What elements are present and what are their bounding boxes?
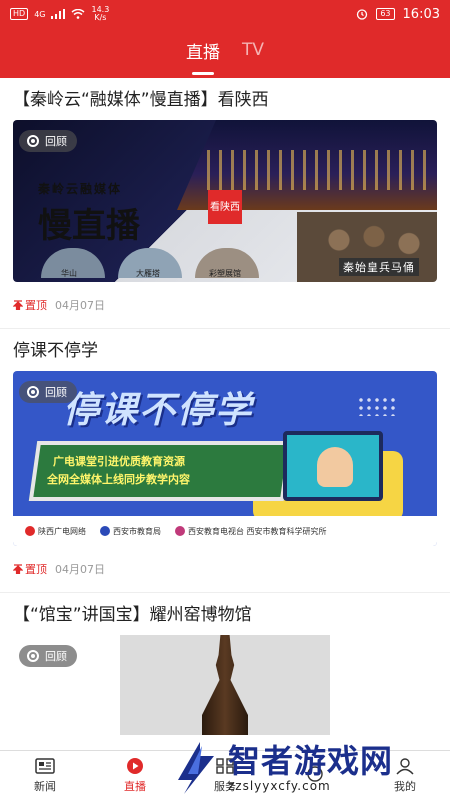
card-title[interactable]: 【“馆宝”讲国宝】耀州窑博物馆 — [13, 603, 437, 635]
spot-label-1: 华山 — [61, 269, 77, 278]
pin-icon — [13, 300, 23, 310]
feed-card[interactable]: 【秦岭云“融媒体”慢直播】看陕西 回顾 秦岭云融媒体 慢直播 看陕西 华山 大雁… — [0, 78, 450, 329]
pinned-label: 置顶 — [25, 299, 47, 312]
replay-badge: 回顾 — [19, 130, 77, 152]
pinned-label: 置顶 — [25, 563, 47, 576]
image-headline: 停课不停学 — [63, 390, 254, 431]
image-badge: 看陕西 — [208, 190, 242, 224]
tab-live[interactable]: 直播 — [186, 38, 220, 69]
image-line-2: 全网全媒体上线同步教学内容 — [47, 473, 190, 486]
replay-icon — [27, 135, 39, 147]
image-line-1: 广电课堂引进优质教育资源 — [53, 455, 185, 468]
top-tab-bar: 直播 TV — [0, 28, 450, 78]
logo-1: 陕西广电网络 — [25, 526, 86, 537]
replay-label: 回顾 — [45, 135, 67, 148]
nav-live-label: 直播 — [124, 780, 146, 793]
net-speed-unit: K/s — [94, 13, 107, 22]
wifi-icon — [72, 9, 85, 19]
card-thumbnail[interactable]: 回顾 秦岭云融媒体 慢直播 看陕西 华山 大雁塔 彩塑展馆 秦始皇兵马俑 — [13, 120, 437, 282]
battery-indicator: 63 — [376, 8, 395, 20]
card-thumbnail[interactable]: 回顾 停课不停学 广电课堂引进优质教育资源 全网全媒体上线同步教学内容 陕西广电… — [13, 371, 437, 546]
live-feed[interactable]: 【秦岭云“融媒体”慢直播】看陕西 回顾 秦岭云融媒体 慢直播 看陕西 华山 大雁… — [0, 78, 450, 750]
image-headline: 慢直播 — [38, 206, 140, 246]
spot-label-2: 大雁塔 — [136, 269, 160, 278]
card-date: 04月07日 — [55, 563, 105, 576]
pinned-tag: 置顶 — [13, 561, 47, 577]
pin-icon — [13, 564, 23, 574]
nav-news-label: 新闻 — [34, 780, 56, 793]
card-title[interactable]: 【秦岭云“融媒体”慢直播】看陕西 — [13, 88, 437, 120]
vase-image — [120, 635, 330, 735]
nav-news[interactable]: 新闻 — [0, 751, 90, 800]
news-icon — [35, 758, 55, 774]
image-brand-text: 秦岭云融媒体 — [38, 182, 123, 196]
decor-dots — [357, 396, 397, 416]
clock: 16:03 — [402, 6, 440, 22]
feature-label: 秦始皇兵马俑 — [339, 258, 419, 276]
watermark-logo-icon — [178, 741, 214, 794]
replay-label: 回顾 — [45, 650, 67, 663]
card-title[interactable]: 停课不停学 — [13, 339, 437, 371]
feed-card[interactable]: 【“馆宝”讲国宝】耀州窑博物馆 回顾 — [0, 593, 450, 735]
signal-icon — [51, 9, 66, 19]
net-speed: 14.3 K/s — [91, 6, 109, 22]
replay-badge: 回顾 — [19, 645, 77, 667]
replay-icon — [27, 386, 39, 398]
feed-card[interactable]: 停课不停学 回顾 停课不停学 广电课堂引进优质教育资源 全网全媒体上线同步教学内… — [0, 329, 450, 593]
nav-live[interactable]: 直播 — [90, 751, 180, 800]
replay-badge: 回顾 — [19, 381, 77, 403]
card-thumbnail[interactable]: 回顾 — [13, 635, 437, 735]
watermark-name: 智者游戏网 — [228, 741, 394, 780]
hd-indicator: HD — [10, 8, 29, 20]
alarm-icon — [357, 9, 368, 20]
network-indicator: 4G — [34, 9, 46, 19]
logo-2: 西安市教育局 — [100, 526, 161, 537]
card-date: 04月07日 — [55, 299, 105, 312]
city-lights — [207, 150, 427, 190]
watermark-url: zzslyyxcfy.com — [228, 778, 331, 793]
image-footer: 陕西广电网络 西安市教育局 西安教育电视台 西安市教育科学研究所 — [13, 516, 437, 546]
watermark: 智者游戏网 zzslyyxcfy.com — [170, 735, 450, 800]
card-meta: 置顶 04月07日 — [13, 546, 437, 592]
replay-label: 回顾 — [45, 386, 67, 399]
teacher-screen-image — [283, 431, 383, 501]
card-meta: 置顶 04月07日 — [13, 282, 437, 328]
tab-tv[interactable]: TV — [242, 40, 264, 66]
replay-icon — [27, 650, 39, 662]
logo-3: 西安教育电视台 西安市教育科学研究所 — [175, 526, 327, 537]
play-icon — [127, 758, 143, 774]
spot-label-3: 彩塑展馆 — [209, 269, 241, 278]
pinned-tag: 置顶 — [13, 297, 47, 313]
status-bar: HD 4G 14.3 K/s 63 16:03 — [0, 0, 450, 28]
